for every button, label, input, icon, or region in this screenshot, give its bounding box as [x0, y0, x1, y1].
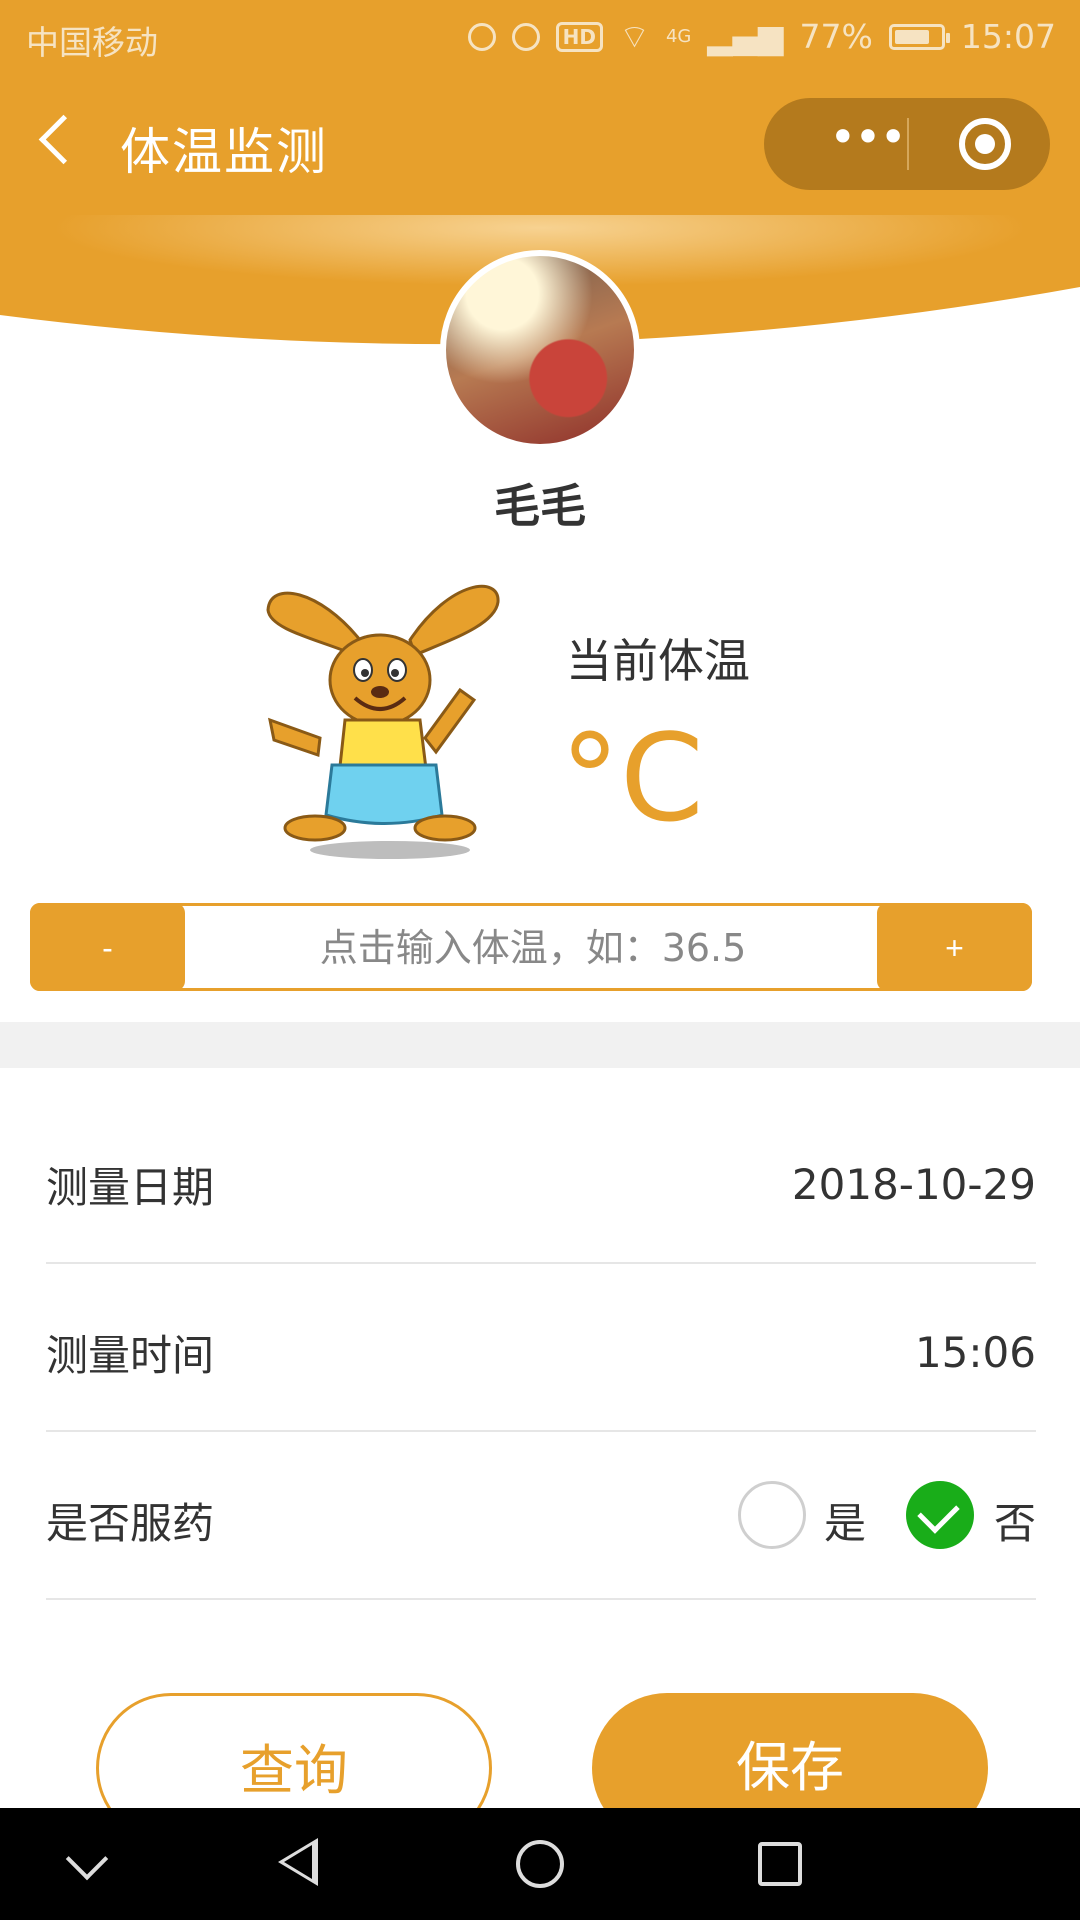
battery-icon: [888, 23, 950, 50]
network-type: 4G: [665, 26, 692, 47]
time-row[interactable]: 测量时间 15:06: [46, 1264, 1036, 1432]
headphone-icon: [467, 22, 496, 51]
medicine-label: 是否服药: [46, 1499, 215, 1548]
time-label: 测量时间: [46, 1331, 215, 1380]
signal-icon: ▂▄▆: [707, 17, 784, 56]
radio-no-label[interactable]: 否: [994, 1490, 1036, 1551]
target-circle-icon[interactable]: [959, 118, 1011, 170]
status-bar: 中国移动 HD ⌔ 4G ▂▄▆ 77% 15:07: [0, 0, 1080, 75]
chevron-down-icon[interactable]: [65, 1837, 109, 1881]
date-row[interactable]: 测量日期 2018-10-29: [46, 1096, 1036, 1264]
date-label: 测量日期: [46, 1163, 215, 1212]
section-divider: [0, 1022, 1080, 1068]
clock: 15:07: [960, 17, 1056, 56]
medicine-row: 是否服药 是 否: [46, 1432, 1036, 1600]
decrement-button[interactable]: -: [30, 903, 185, 991]
temp-unit: °C: [560, 710, 704, 849]
carrier-label: 中国移动: [26, 23, 158, 62]
radio-yes-label[interactable]: 是: [824, 1490, 866, 1551]
system-nav-bar: [0, 1808, 1080, 1920]
nav-back-icon[interactable]: [278, 1838, 318, 1886]
wifi-icon: ⌔: [618, 17, 650, 56]
capsule-divider: [907, 118, 909, 170]
status-icons: HD ⌔ 4G ▂▄▆ 77% 15:07: [467, 16, 1056, 57]
hd-icon: HD: [555, 21, 603, 52]
back-button[interactable]: [36, 112, 86, 172]
pet-name: 毛毛: [494, 479, 586, 533]
battery-percent: 77%: [799, 17, 873, 56]
date-value[interactable]: 2018-10-29: [792, 1160, 1036, 1209]
nav-recent-icon[interactable]: [758, 1842, 802, 1886]
temperature-input[interactable]: [185, 906, 881, 990]
pet-avatar: [440, 250, 640, 450]
radio-no-checked[interactable]: [906, 1481, 974, 1549]
radio-yes[interactable]: [738, 1481, 806, 1549]
time-value[interactable]: 15:06: [915, 1328, 1036, 1377]
mini-program-capsule: •••: [764, 98, 1050, 190]
alarm-icon: [511, 22, 540, 51]
temp-input-row: - +: [30, 903, 1032, 991]
increment-button[interactable]: +: [877, 903, 1032, 991]
current-temp-label: 当前体温: [566, 634, 750, 688]
page-title: 体温监测: [120, 123, 328, 181]
more-dots-icon[interactable]: •••: [812, 114, 922, 160]
kangaroo-mascot: [266, 584, 500, 859]
nav-home-icon[interactable]: [516, 1840, 564, 1888]
